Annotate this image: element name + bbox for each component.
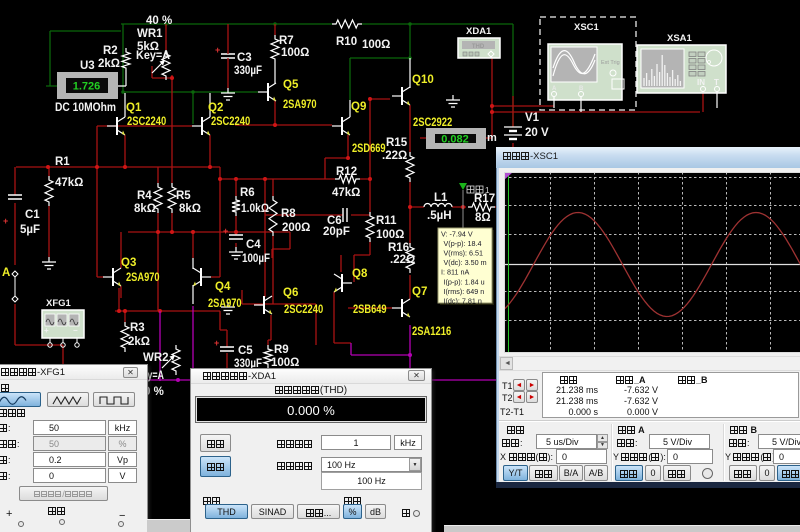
svg-text:Q6: Q6 <box>283 287 298 299</box>
svg-text:R11: R11 <box>376 215 397 227</box>
svg-text:−: − <box>73 326 78 335</box>
svg-text:2SD669: 2SD669 <box>352 143 386 155</box>
svg-text:R3: R3 <box>130 322 145 334</box>
svg-text:I(rms): 649 n: I(rms): 649 n <box>444 287 485 296</box>
svg-text:1.0kΩ: 1.0kΩ <box>241 203 269 215</box>
svg-text:2SC2240: 2SC2240 <box>284 304 323 316</box>
svg-text:.5µH: .5µH <box>427 210 452 222</box>
svg-text:Q3: Q3 <box>121 257 136 269</box>
svg-text:100Ω: 100Ω <box>376 229 404 241</box>
svg-text:2SA1216: 2SA1216 <box>412 326 451 338</box>
svg-text:DC 10MOhm: DC 10MOhm <box>55 102 116 114</box>
svg-text:I(p-p): 1.84 u: I(p-p): 1.84 u <box>444 277 485 286</box>
svg-text:m: m <box>487 132 497 144</box>
svg-text:R7: R7 <box>279 35 294 47</box>
svg-text:R6: R6 <box>240 187 255 199</box>
svg-text:C4: C4 <box>246 239 261 251</box>
svg-text:Q1: Q1 <box>126 102 142 114</box>
svg-text:2SC2922: 2SC2922 <box>413 117 452 129</box>
svg-text:2kΩ: 2kΩ <box>128 336 150 348</box>
svg-text:C3: C3 <box>237 52 252 64</box>
svg-text:V1: V1 <box>525 112 540 124</box>
svg-text:Q10: Q10 <box>412 74 434 86</box>
svg-text:T: T <box>714 78 719 87</box>
svg-text:WR1: WR1 <box>137 28 163 40</box>
svg-text:+: + <box>3 216 8 226</box>
svg-text:40 %: 40 % <box>146 15 172 27</box>
svg-text:100µF: 100µF <box>242 253 270 265</box>
svg-text:+: + <box>214 338 219 348</box>
svg-text:R16: R16 <box>388 242 409 254</box>
svg-text:2SB649: 2SB649 <box>353 304 387 316</box>
svg-text:Q8: Q8 <box>352 268 368 280</box>
svg-text:L1: L1 <box>434 192 448 204</box>
svg-text:200Ω: 200Ω <box>282 222 310 234</box>
svg-text:XFG1: XFG1 <box>46 298 72 309</box>
svg-text:I: 811 nA: I: 811 nA <box>441 268 469 277</box>
svg-text:.22Ω: .22Ω <box>382 150 407 162</box>
svg-text:R10: R10 <box>336 36 357 48</box>
svg-text:20 V: 20 V <box>525 127 549 139</box>
svg-text:WR2: WR2 <box>143 352 169 364</box>
svg-text:100Ω: 100Ω <box>362 39 390 51</box>
svg-text:R2: R2 <box>103 45 118 57</box>
svg-text:U3: U3 <box>80 60 95 72</box>
svg-text:XDA1: XDA1 <box>466 26 492 37</box>
svg-text:1: 1 <box>485 186 490 195</box>
svg-text:R1: R1 <box>55 156 70 168</box>
svg-text:Key=A: Key=A <box>136 50 170 62</box>
svg-text:R4: R4 <box>137 190 152 202</box>
svg-text:100Ω: 100Ω <box>281 47 309 59</box>
svg-text:.22Ω: .22Ω <box>390 254 415 266</box>
svg-text:Q4: Q4 <box>215 281 231 293</box>
svg-text:R9: R9 <box>274 344 289 356</box>
svg-text:8Ω: 8Ω <box>475 212 491 224</box>
svg-text:8kΩ: 8kΩ <box>179 203 201 215</box>
svg-text:330µF: 330µF <box>234 65 262 77</box>
svg-text:8kΩ: 8kΩ <box>134 203 156 215</box>
svg-text:0.082: 0.082 <box>441 134 469 146</box>
svg-text:C5: C5 <box>238 345 253 357</box>
svg-text:47kΩ: 47kΩ <box>332 187 360 199</box>
svg-text:A: A <box>2 267 10 279</box>
svg-text:I(dc): 7.81 n: I(dc): 7.81 n <box>444 296 482 305</box>
svg-text:+: + <box>223 226 228 236</box>
svg-text:R15: R15 <box>386 137 408 149</box>
svg-text:R5: R5 <box>176 190 191 202</box>
svg-text:V(dc): 3.50 m: V(dc): 3.50 m <box>444 258 487 267</box>
svg-text:Q9: Q9 <box>351 101 366 113</box>
svg-text:C1: C1 <box>25 209 40 221</box>
svg-text:IN: IN <box>697 78 705 87</box>
svg-text:2SA970: 2SA970 <box>126 272 160 284</box>
svg-text:2SA970: 2SA970 <box>283 99 317 111</box>
svg-text:Q5: Q5 <box>283 79 299 91</box>
svg-text:Q7: Q7 <box>412 286 427 298</box>
svg-text:20pF: 20pF <box>323 226 350 238</box>
svg-text:R12: R12 <box>336 166 357 178</box>
svg-text:1.726: 1.726 <box>73 81 101 93</box>
svg-text:+: + <box>44 326 49 335</box>
svg-text:+: + <box>215 45 220 55</box>
svg-text:V(rms): 6.51: V(rms): 6.51 <box>444 249 484 258</box>
svg-text:2SC2240: 2SC2240 <box>127 116 166 128</box>
svg-text:2SA970: 2SA970 <box>208 298 242 310</box>
svg-text:47kΩ: 47kΩ <box>55 177 83 189</box>
svg-text:V: -7.94 V: V: -7.94 V <box>441 230 473 239</box>
svg-text:XSA1: XSA1 <box>667 33 693 44</box>
svg-text:2SC2240: 2SC2240 <box>211 116 250 128</box>
svg-text:Q2: Q2 <box>208 102 223 114</box>
svg-text:R8: R8 <box>281 208 296 220</box>
svg-text:Ext Trig: Ext Trig <box>601 60 620 66</box>
svg-text:5µF: 5µF <box>20 224 40 236</box>
svg-text:2kΩ: 2kΩ <box>98 58 120 70</box>
svg-text:THD: THD <box>472 44 485 50</box>
svg-text:V(p-p): 18.4: V(p-p): 18.4 <box>444 239 482 248</box>
svg-text:XSC1: XSC1 <box>574 22 600 33</box>
